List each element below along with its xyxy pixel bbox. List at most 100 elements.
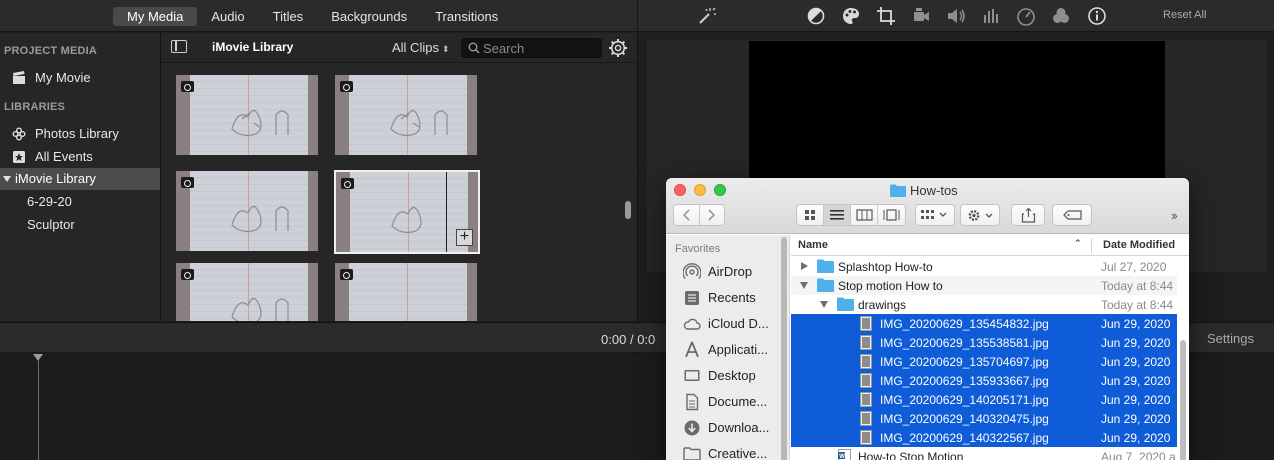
color-balance-icon[interactable]	[805, 5, 827, 27]
sidebar-item-icloud-drive[interactable]: iCloud D...	[666, 311, 778, 337]
sidebar-item-applications[interactable]: Applicati...	[666, 337, 778, 363]
column-divider[interactable]	[1091, 238, 1092, 253]
tab-backgrounds[interactable]: Backgrounds	[317, 7, 421, 26]
sidebar-item-all-events[interactable]: All Events	[0, 146, 160, 168]
file-list-scrollbar[interactable]	[1180, 340, 1186, 460]
tab-titles[interactable]: Titles	[259, 7, 318, 26]
toolbar-overflow-icon[interactable]: ››	[1171, 208, 1178, 223]
sidebar-item-desktop[interactable]: Desktop	[666, 363, 778, 389]
sidebar-item-sculptor[interactable]: Sculptor	[0, 214, 160, 236]
settings-button[interactable]: Settings	[1207, 331, 1254, 346]
file-row[interactable]: Stop motion How to Today at 8:44	[791, 276, 1177, 295]
reset-all-button[interactable]: Reset All	[1163, 9, 1206, 21]
clip-frame	[349, 263, 467, 321]
tab-my-media[interactable]: My Media	[113, 7, 198, 26]
imovie-window: My Media Audio Titles Backgrounds Transi…	[0, 0, 1274, 460]
disclosure-closed-icon[interactable]	[801, 262, 808, 270]
photo-camera-icon	[340, 81, 353, 92]
tags-button[interactable]	[1052, 204, 1092, 226]
file-row-selected[interactable]: IMG_20200629_135704697.jpg Jun 29, 2020	[791, 352, 1177, 371]
clip-thumbnail[interactable]	[176, 263, 318, 321]
libraries-sidebar: PROJECT MEDIA My Movie LIBRARIES Photos …	[0, 33, 161, 321]
column-header-name[interactable]: Name	[798, 239, 828, 251]
clips-filter-select[interactable]: All Clips ⬍	[392, 40, 450, 55]
clips-filter-value: All Clips	[392, 40, 439, 55]
file-date: Jun 29, 2020	[1101, 336, 1171, 350]
sidebar-item-creative[interactable]: Creative...	[666, 441, 778, 460]
tab-audio[interactable]: Audio	[197, 7, 258, 26]
noise-reduction-icon[interactable]	[980, 5, 1002, 27]
libraries-header: LIBRARIES	[4, 101, 66, 113]
file-row[interactable]: drawings Today at 8:44	[791, 295, 1177, 314]
svg-text:W: W	[839, 454, 845, 460]
finder-sidebar-scrollbar[interactable]	[781, 237, 787, 460]
sidebar-item-event-6-29-20[interactable]: 6-29-20	[0, 191, 160, 213]
clip-frame	[190, 263, 308, 321]
minimize-button[interactable]	[694, 184, 706, 196]
file-row-selected[interactable]: IMG_20200629_135538581.jpg Jun 29, 2020	[791, 333, 1177, 352]
file-row-selected[interactable]: IMG_20200629_135454832.jpg Jun 29, 2020	[791, 314, 1177, 333]
file-date: Jun 29, 2020	[1101, 355, 1171, 369]
crop-icon[interactable]	[875, 5, 897, 27]
file-name: Stop motion How to	[838, 279, 943, 293]
list-view-button[interactable]	[824, 205, 851, 225]
sidebar-item-photos-library[interactable]: Photos Library	[0, 123, 160, 145]
search-field[interactable]	[461, 38, 602, 58]
file-row-selected[interactable]: IMG_20200629_140205171.jpg Jun 29, 2020	[791, 390, 1177, 409]
file-row[interactable]: Splashtop How-to Jul 27, 2020	[791, 257, 1177, 276]
magic-wand-icon[interactable]	[695, 5, 717, 27]
disclosure-open-icon[interactable]	[820, 301, 828, 308]
sidebar-item-airdrop[interactable]: AirDrop	[666, 259, 778, 285]
file-row[interactable]: W How-to Stop Motion Aug 7, 2020 a	[791, 447, 1177, 460]
airdrop-icon	[683, 263, 701, 279]
sidebar-toggle-icon[interactable]	[171, 40, 187, 53]
forward-button[interactable]	[700, 205, 724, 225]
color-correction-icon[interactable]	[840, 5, 862, 27]
sidebar-item-imovie-library[interactable]: iMovie Library	[0, 168, 160, 190]
share-button[interactable]	[1011, 204, 1045, 226]
disclosure-down-icon[interactable]	[2, 174, 12, 184]
close-button[interactable]	[674, 184, 686, 196]
sidebar-item-documents[interactable]: Docume...	[666, 389, 778, 415]
search-input[interactable]	[483, 39, 598, 57]
sidebar-item-downloads[interactable]: Downloa...	[666, 415, 778, 441]
action-menu-button[interactable]	[960, 204, 1000, 226]
browser-scrollbar[interactable]	[625, 201, 631, 219]
clip-thumbnail[interactable]	[335, 75, 477, 155]
add-to-timeline-button[interactable]: +	[456, 229, 473, 246]
group-by-button[interactable]	[915, 204, 955, 226]
sidebar-item-my-movie[interactable]: My Movie	[0, 67, 160, 89]
tab-transitions[interactable]: Transitions	[421, 7, 512, 26]
clip-thumbnail[interactable]	[335, 263, 477, 321]
zoom-button[interactable]	[714, 184, 726, 196]
drawing-sketch	[391, 206, 422, 233]
sidebar-item-recents[interactable]: Recents	[666, 285, 778, 311]
file-row-selected[interactable]: IMG_20200629_140320475.jpg Jun 29, 2020	[791, 409, 1177, 428]
info-icon[interactable]	[1086, 5, 1108, 27]
gear-icon[interactable]	[608, 38, 628, 58]
icon-view-button[interactable]	[797, 205, 824, 225]
speed-icon[interactable]	[1015, 5, 1037, 27]
disclosure-open-icon[interactable]	[800, 282, 808, 289]
sidebar-item-label: Recents	[708, 290, 756, 305]
clip-filter-icon[interactable]	[1050, 5, 1072, 27]
file-name: IMG_20200629_135538581.jpg	[880, 336, 1049, 350]
sidebar-item-label: iCloud D...	[708, 316, 769, 331]
column-view-button[interactable]	[851, 205, 878, 225]
photo-camera-icon	[181, 177, 194, 188]
clip-thumbnail-selected[interactable]: +	[334, 170, 480, 254]
folder-icon	[683, 447, 701, 460]
back-button[interactable]	[674, 205, 700, 225]
browser-toolbar: iMovie Library All Clips ⬍	[161, 33, 637, 63]
column-header-date[interactable]: Date Modified	[1103, 239, 1175, 251]
icloud-icon	[683, 318, 701, 330]
file-row-selected[interactable]: IMG_20200629_135933667.jpg Jun 29, 2020	[791, 371, 1177, 390]
stabilization-icon[interactable]	[910, 5, 932, 27]
sidebar-item-label: My Movie	[35, 70, 91, 85]
clip-thumbnail[interactable]	[176, 75, 318, 155]
file-row-selected[interactable]: IMG_20200629_140322567.jpg Jun 29, 2020	[791, 428, 1177, 447]
gallery-view-button[interactable]	[878, 205, 905, 225]
volume-icon[interactable]	[945, 5, 967, 27]
file-date: Jun 29, 2020	[1101, 431, 1171, 445]
clip-thumbnail[interactable]	[176, 171, 318, 251]
